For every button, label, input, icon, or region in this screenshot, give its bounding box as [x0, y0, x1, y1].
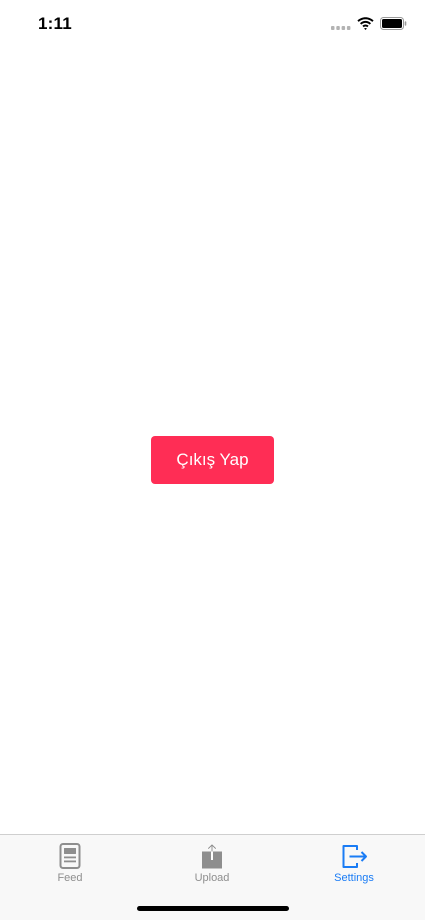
- logout-icon: [342, 845, 367, 868]
- tab-upload[interactable]: Upload: [162, 835, 262, 887]
- tab-upload-label: Upload: [194, 872, 230, 884]
- settings-screen: 1:11 Çıkış Yap Feed Upload Settings: [0, 0, 425, 920]
- battery-icon: [380, 17, 407, 30]
- tab-feed[interactable]: Feed: [20, 835, 120, 887]
- home-indicator: [137, 906, 289, 911]
- status-icons: [331, 17, 407, 30]
- tab-settings[interactable]: Settings: [304, 835, 404, 887]
- wifi-icon: [357, 17, 374, 30]
- feed-icon: [59, 843, 81, 869]
- logout-button[interactable]: Çıkış Yap: [151, 436, 274, 484]
- tab-settings-label: Settings: [334, 872, 374, 884]
- status-bar: 1:11: [0, 0, 425, 50]
- status-time: 1:11: [38, 14, 72, 33]
- signal-icon: [331, 25, 351, 30]
- tab-feed-label: Feed: [57, 872, 83, 884]
- upload-icon: [202, 843, 222, 869]
